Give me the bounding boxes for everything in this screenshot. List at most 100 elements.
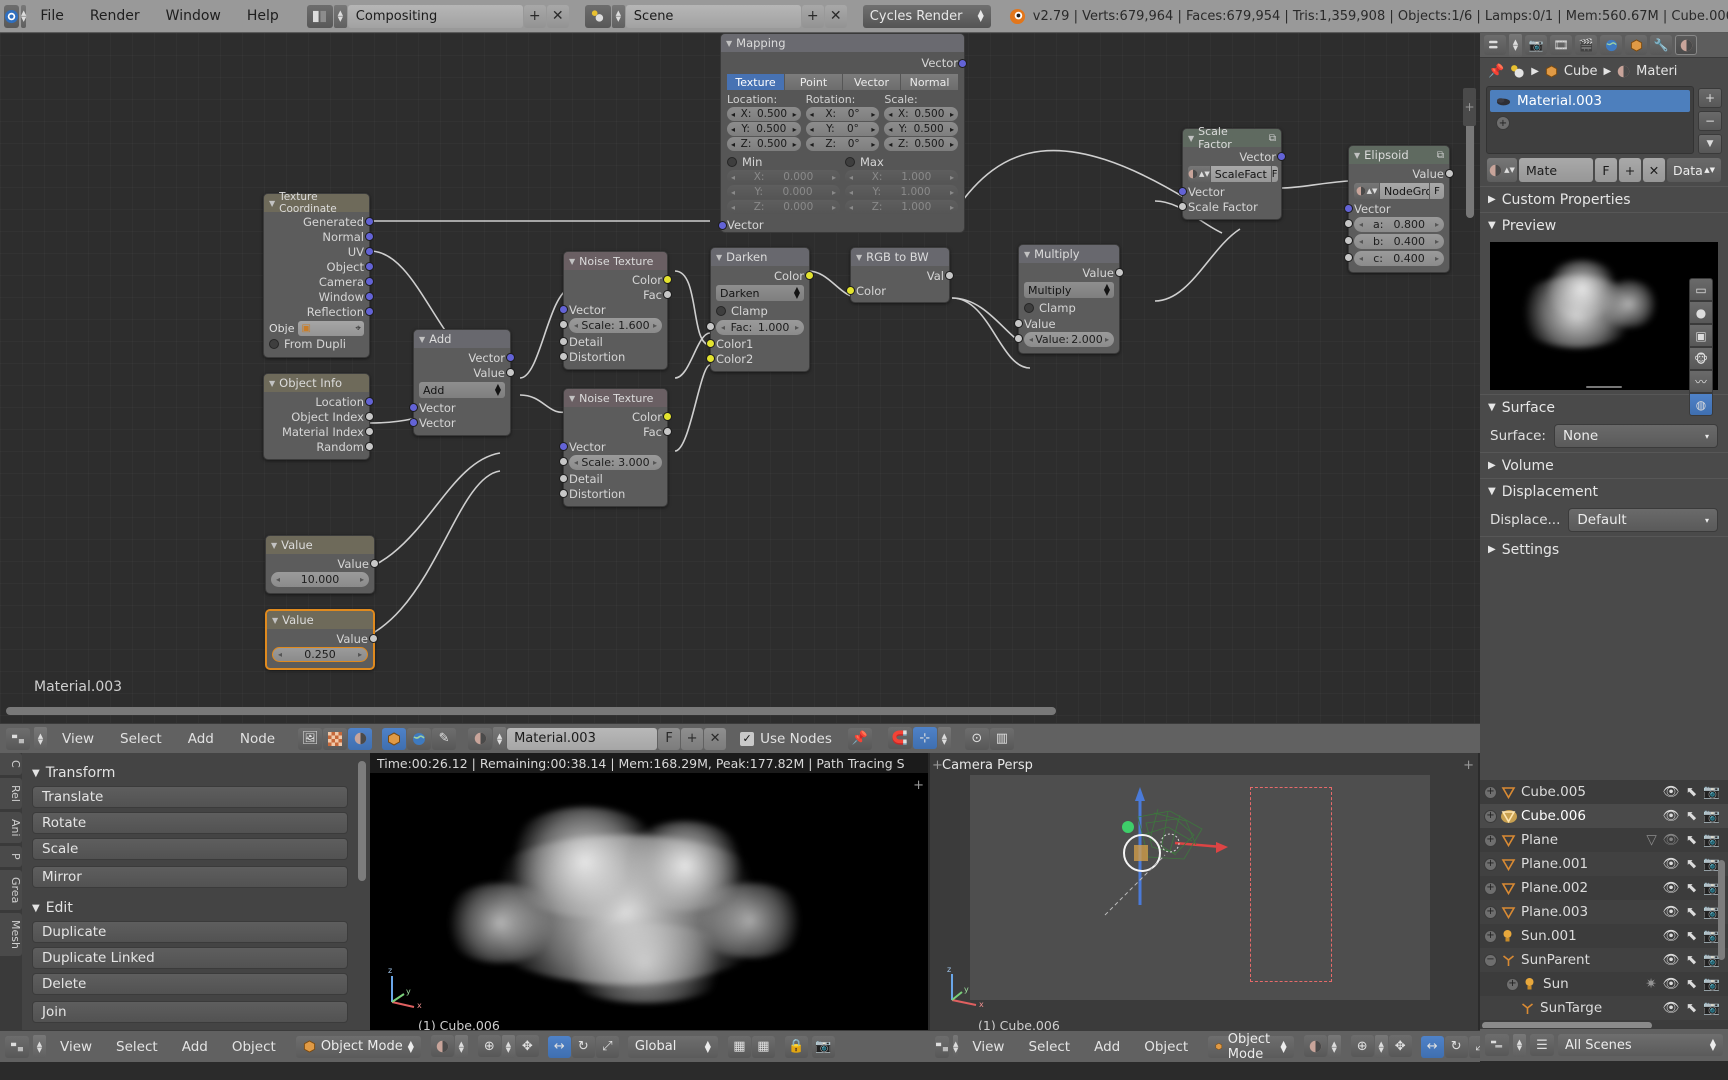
blender-logo-icon[interactable] — [4, 4, 19, 28]
socket-normal[interactable] — [365, 232, 374, 241]
material-unlink-button[interactable]: ✕ — [1643, 158, 1665, 182]
node-elipsoid-group[interactable]: ▼ Elipsoid ⧉ Value ▲▼ NodeGrou F Vector — [1344, 145, 1454, 273]
renderable-camera-icon[interactable]: 📷 — [1703, 784, 1720, 800]
outliner-row-sun001[interactable]: + Sun.001 👁 ⬉ 📷 — [1480, 924, 1728, 948]
elipsoid-c-field[interactable]: ◂ c: 0.400 ▸ — [1354, 251, 1444, 266]
scalefactor-group-name[interactable]: ScaleFact — [1210, 166, 1271, 182]
elipsoid-fake-user-button[interactable]: F — [1430, 183, 1444, 199]
material-new-button[interactable]: + — [1619, 158, 1641, 182]
socket-elipsoid-b[interactable] — [1344, 236, 1353, 245]
preview-hair-icon[interactable]: 〰 — [1689, 370, 1713, 393]
socket-darken-fac[interactable] — [706, 322, 715, 331]
node-menu-node[interactable]: Node — [229, 731, 286, 747]
edit-section-header[interactable]: ▼ Edit — [32, 900, 348, 916]
panel-settings[interactable]: ▶ Settings — [1480, 536, 1728, 562]
mapping-input-socket[interactable] — [718, 221, 727, 230]
node-menu-select[interactable]: Select — [109, 731, 173, 747]
transform-orientation-select[interactable]: Global ▲ ▼ — [627, 1035, 718, 1058]
socket-elipsoid-c[interactable] — [1344, 253, 1353, 262]
add-material-slot-button[interactable]: + — [1698, 88, 1722, 108]
collapse-triangle-icon[interactable]: ▼ — [569, 394, 575, 403]
socket-noise2-fac[interactable] — [663, 427, 672, 436]
screen-layout-icon[interactable] — [306, 4, 333, 28]
shading-linestyle-icon[interactable]: ✎ — [432, 727, 457, 750]
join-button[interactable]: Join — [32, 1001, 348, 1023]
expand-icon[interactable]: + — [1484, 785, 1497, 799]
node-rgbtobw-header[interactable]: ▼ RGB to BW — [851, 248, 949, 266]
world-tab-icon[interactable] — [1600, 35, 1622, 55]
pivot-point-icon[interactable]: ⊕ — [1350, 1035, 1374, 1057]
mapping-loc-x[interactable]: ◂ X: 0.500 ▸ — [727, 107, 801, 121]
socket-add-value-out[interactable] — [506, 368, 515, 377]
scalefactor-fake-user-button[interactable]: F — [1271, 166, 1278, 182]
collapse-triangle-icon[interactable]: ▼ — [269, 199, 275, 208]
translate-manipulator-icon[interactable]: ↔ — [1420, 1035, 1444, 1058]
viewport-shading-icon[interactable] — [1303, 1035, 1327, 1057]
nodetree-browse-icon[interactable]: ▲▼ — [1188, 166, 1210, 182]
material-fake-user-button[interactable]: F — [1595, 158, 1617, 182]
material-data-select[interactable]: Data ▲▼ — [1667, 158, 1721, 182]
mapping-tab-texture[interactable]: Texture — [727, 74, 784, 90]
socket-noise1-vector[interactable] — [559, 305, 568, 314]
viewport-shading-icon[interactable] — [430, 1035, 454, 1057]
node-value1-header[interactable]: ▼ Value — [266, 536, 374, 554]
lock-camera-icon[interactable]: 🔒 — [784, 1035, 808, 1058]
mapping-max-y[interactable]: ◂ Y: 1.000 ▸ — [845, 185, 958, 199]
bl-menu-select[interactable]: Select — [106, 1039, 168, 1055]
node-scalefactor-header[interactable]: ▼ Scale Factor ⧉ — [1183, 125, 1281, 151]
editor-type-spinner[interactable]: ▲ ▼ — [1513, 1033, 1526, 1057]
delete-button[interactable]: Delete — [32, 973, 348, 995]
texcoord-object-picker[interactable]: ▣ ⌖ — [298, 321, 364, 336]
darken-clamp-toggle[interactable]: Clamp — [716, 303, 804, 319]
socket-add-vector-in-2[interactable] — [409, 418, 418, 427]
bl-menu-object[interactable]: Object — [222, 1039, 286, 1055]
socket-rgbtobw-color[interactable] — [846, 286, 855, 295]
socket-camera[interactable] — [365, 277, 374, 286]
add-slot-icon[interactable]: + — [1496, 116, 1510, 130]
outliner-row-cube005[interactable]: + Cube.005 👁 ⬉ 📷 — [1480, 780, 1728, 804]
socket-object-index[interactable] — [365, 412, 374, 421]
mapping-scl-z[interactable]: ◂ Z: 0.500 ▸ — [884, 137, 959, 151]
breadcrumb-material-label[interactable]: Materi — [1636, 64, 1677, 79]
multiply-clamp-toggle[interactable]: Clamp — [1024, 300, 1114, 316]
node-value-2[interactable]: ▼ Value Value ◂ 0.250 ▸ — [265, 609, 378, 670]
add-scene-button[interactable]: + — [801, 4, 824, 28]
socket-noise1-detail[interactable] — [559, 337, 568, 346]
node-value2-header[interactable]: ▼ Value — [267, 611, 373, 629]
eyedropper-icon[interactable]: ⌖ — [355, 323, 361, 334]
renderable-camera-icon[interactable]: 📷 — [1703, 1000, 1720, 1016]
mapping-min-y[interactable]: ◂ Y: 0.000 ▸ — [727, 185, 840, 199]
collapse-triangle-icon[interactable]: ▼ — [726, 39, 732, 48]
collapse-icon[interactable]: − — [1484, 953, 1497, 967]
panel-volume[interactable]: ▶ Volume — [1480, 452, 1728, 478]
collapse-triangle-icon[interactable]: ▼ — [272, 616, 278, 625]
material-preview[interactable]: ▭ ● ▣ 🐵 〰 ◍ — [1490, 242, 1718, 416]
use-nodes-checkbox-icon[interactable]: ✓ — [740, 731, 755, 746]
panel-preview[interactable]: ▼ Preview — [1480, 212, 1728, 238]
render-sidebar-toggle[interactable]: + — [913, 778, 924, 793]
transform-section-header[interactable]: ▼ Transform — [32, 765, 348, 781]
outliner-row-plane[interactable]: + Plane ▽ 👁 ⬉ 📷 — [1480, 828, 1728, 852]
collapse-triangle-icon[interactable]: ▼ — [269, 379, 275, 388]
socket-object[interactable] — [365, 262, 374, 271]
socket-multiply-in-1[interactable] — [1014, 319, 1023, 328]
3d-viewport[interactable]: Camera Persp + + z y x (1) Cube.006 — [930, 753, 1478, 1040]
editor-type-spinner[interactable]: ▲ ▼ — [34, 727, 47, 750]
material-browse-button[interactable]: ▲▼ — [1487, 158, 1517, 182]
outliner-row-suntarget[interactable]: SunTarge 👁 ⬉ 📷 — [1480, 996, 1728, 1020]
shading-spinner[interactable]: ▲ ▼ — [1327, 1035, 1341, 1058]
preview-resize-grip[interactable] — [1586, 386, 1622, 388]
elipsoid-a-field[interactable]: ◂ a: 0.800 ▸ — [1354, 217, 1444, 232]
snap-magnet-icon[interactable]: 🧲 — [887, 727, 912, 749]
node-rgb-to-bw[interactable]: ▼ RGB to BW Val Color — [846, 247, 954, 303]
socket-noise2-distortion[interactable] — [559, 489, 568, 498]
tool-tab-mesh[interactable]: Mesh — [0, 913, 22, 957]
object-mode-select-left[interactable]: Object Mode ▲ ▼ — [295, 1035, 421, 1058]
editor-type-spinner[interactable]: ▲ ▼ — [21, 4, 27, 28]
node-objectinfo-header[interactable]: ▼ Object Info — [264, 374, 369, 392]
selectable-cursor-icon[interactable]: ⬉ — [1686, 808, 1697, 824]
mapping-rot-z[interactable]: ◂ Z: 0° ▸ — [805, 137, 880, 151]
socket-elipsoid-a[interactable] — [1344, 219, 1353, 228]
selectable-cursor-icon[interactable]: ⬉ — [1686, 832, 1697, 848]
node-multiply-header[interactable]: ▼ Multiply — [1019, 245, 1119, 263]
